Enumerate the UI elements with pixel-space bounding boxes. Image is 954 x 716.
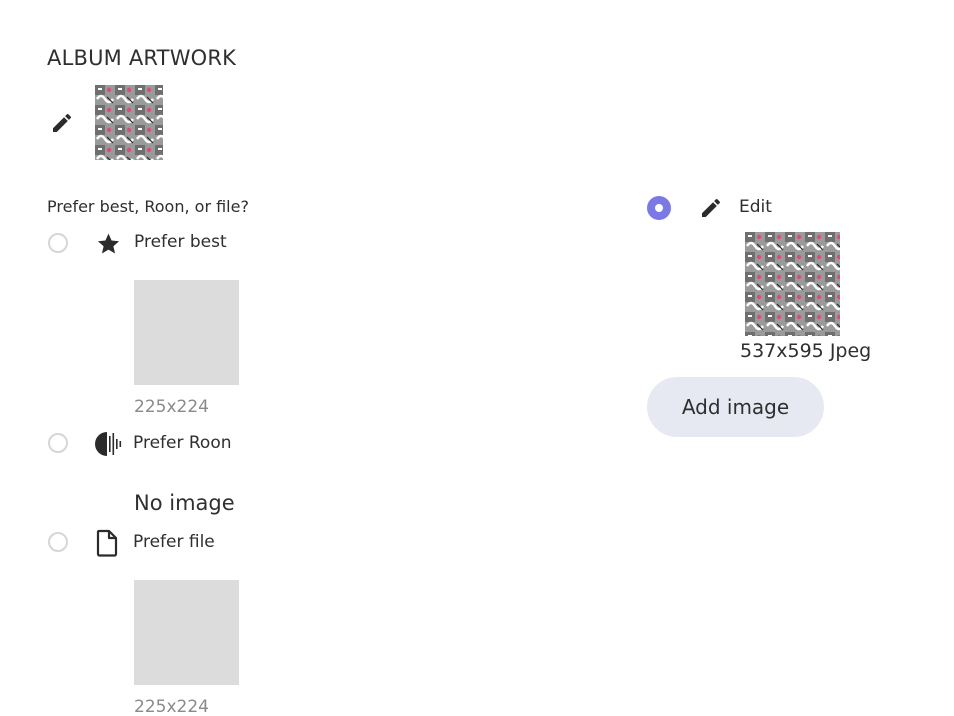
- album-artwork-thumbnail[interactable]: [95, 85, 163, 160]
- radio-prefer-roon[interactable]: [48, 433, 68, 453]
- radio-prefer-best[interactable]: [48, 233, 68, 253]
- file-icon: [96, 529, 118, 561]
- radio-prefer-file[interactable]: [48, 532, 68, 552]
- prefer-question: Prefer best, Roon, or file?: [47, 197, 249, 216]
- edit-custom-button[interactable]: [696, 193, 726, 223]
- edit-artwork-button[interactable]: [47, 108, 77, 138]
- prefer-best-label[interactable]: Prefer best: [134, 232, 227, 252]
- add-image-button[interactable]: Add image: [647, 377, 824, 437]
- best-artwork-dimensions: 225x224: [134, 397, 209, 417]
- roon-icon: [95, 431, 123, 461]
- prefer-roon-label[interactable]: Prefer Roon: [133, 433, 232, 453]
- pencil-icon: [702, 198, 721, 217]
- star-icon: [96, 231, 121, 260]
- file-artwork-placeholder: [134, 580, 239, 685]
- radio-selected-dot: [655, 204, 663, 212]
- prefer-file-label[interactable]: Prefer file: [133, 532, 215, 552]
- custom-artwork-graphic: [745, 232, 840, 336]
- roon-no-image-text: No image: [134, 491, 235, 515]
- custom-artwork-image[interactable]: [745, 232, 840, 336]
- section-title: ALBUM ARTWORK: [47, 46, 237, 70]
- pencil-icon: [53, 113, 72, 132]
- best-artwork-placeholder: [134, 280, 239, 385]
- album-artwork-image: [95, 85, 163, 160]
- file-artwork-dimensions-wrapper: 225x224: [134, 697, 209, 716]
- edit-label[interactable]: Edit: [739, 197, 772, 217]
- file-artwork-dimensions: 225x224: [134, 697, 209, 716]
- custom-artwork-resolution: 537x595 Jpeg: [740, 340, 872, 362]
- radio-custom-edit[interactable]: [647, 196, 671, 220]
